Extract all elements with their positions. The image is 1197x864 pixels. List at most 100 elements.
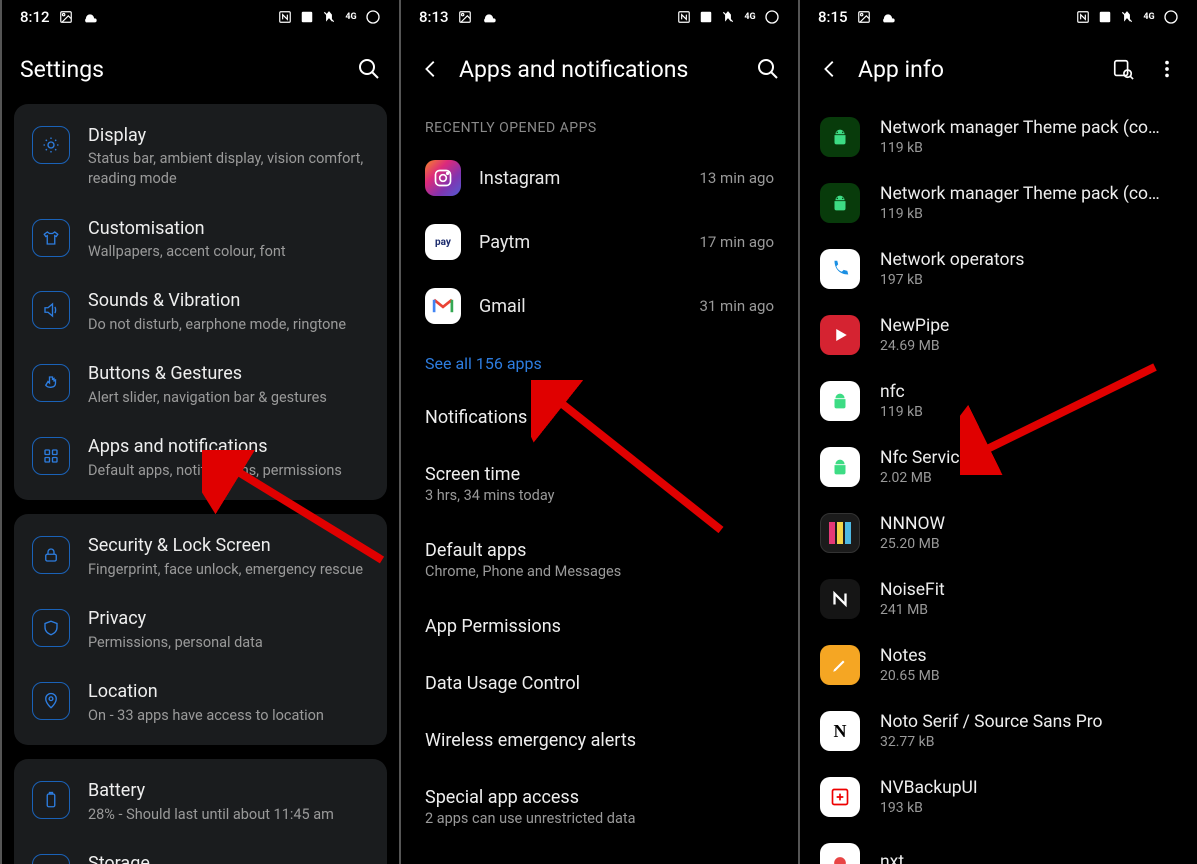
item-sub: 28% - Should last until about 11:45 am (88, 805, 369, 825)
play-icon (820, 315, 860, 355)
back-button[interactable] (818, 57, 842, 81)
app-info-row[interactable]: Network manager Theme pack (com.on · ·11… (800, 170, 1197, 236)
phone-app-info: 8:15 4G App info Network man (798, 0, 1197, 864)
nfc-icon (277, 9, 293, 25)
app-size: 193 kB (880, 800, 978, 816)
app-name: Noto Serif / Source Sans Pro (880, 712, 1102, 734)
clock: 8:15 (818, 8, 848, 26)
search-button[interactable] (756, 57, 780, 81)
app-name: NVBackupUI (880, 778, 978, 800)
special-access-setting[interactable]: Special app access 2 apps can use unrest… (421, 769, 778, 845)
app-list[interactable]: Network manager Theme pack (com.on · ·11… (800, 104, 1197, 864)
app-info-row[interactable]: Nfc Service2.02 MB (800, 434, 1197, 500)
app-time: 17 min ago (699, 233, 774, 251)
pin-icon (32, 682, 70, 720)
phone-settings: 8:12 4G Settings (0, 0, 399, 864)
item-title: Storage (88, 852, 369, 864)
item-sub: Permissions, personal data (88, 633, 369, 653)
data-usage-setting[interactable]: Data Usage Control (421, 655, 778, 712)
apps-notifications-item[interactable]: Apps and notifications Default apps, not… (14, 421, 387, 494)
status-bar: 8:13 4G (401, 0, 798, 34)
app-size: 2.02 MB (880, 470, 969, 486)
display-item[interactable]: Display Status bar, ambient display, vis… (14, 110, 387, 203)
location-item[interactable]: Location On - 33 apps have access to loc… (14, 666, 387, 739)
apps-notifications-content[interactable]: RECENTLY OPENED APPS Instagram 13 min ag… (401, 104, 798, 864)
signal-icon: 4G (343, 9, 359, 25)
gesture-icon (32, 364, 70, 402)
recent-app[interactable]: pay Paytm 17 min ago (421, 210, 778, 274)
nnnow-icon (820, 513, 860, 553)
status-bar: 8:15 4G (800, 0, 1197, 34)
item-sub: Wallpapers, accent colour, font (88, 242, 369, 262)
settings-list[interactable]: Display Status bar, ambient display, vis… (2, 104, 399, 864)
app-info-row[interactable]: NoiseFit241 MB (800, 566, 1197, 632)
recent-app[interactable]: Instagram 13 min ago (421, 146, 778, 210)
see-all-apps-link[interactable]: See all 156 apps (421, 338, 778, 389)
emergency-alerts-setting[interactable]: Wireless emergency alerts (421, 712, 778, 769)
app-info-row[interactable]: Notes20.65 MB (800, 632, 1197, 698)
search-apps-button[interactable] (1111, 57, 1135, 81)
header: Apps and notifications (401, 34, 798, 104)
app-name: Network manager Theme pack (com.on · · (880, 118, 1160, 140)
app-name: Network operators (880, 250, 1024, 272)
app-time: 31 min ago (699, 297, 774, 315)
mute-icon (321, 9, 337, 25)
app-permissions-setting[interactable]: App Permissions (421, 598, 778, 655)
item-sub: Do not disturb, earphone mode, ringtone (88, 315, 369, 335)
app-name: NoiseFit (880, 580, 945, 602)
image-icon (457, 9, 473, 25)
item-title: Display (88, 124, 369, 147)
signal-icon: 4G (742, 9, 758, 25)
item-sub: Alert slider, navigation bar & gestures (88, 388, 369, 408)
setting-sub: Chrome, Phone and Messages (425, 563, 774, 580)
screen-time-setting[interactable]: Screen time 3 hrs, 34 mins today (421, 446, 778, 522)
status-bar: 8:12 4G (2, 0, 399, 34)
security-item[interactable]: Security & Lock Screen Fingerprint, face… (14, 520, 387, 593)
setting-title: Default apps (425, 540, 774, 561)
app-name: Notes (880, 646, 940, 668)
app-info-row[interactable]: nfc119 kB (800, 368, 1197, 434)
default-apps-setting[interactable]: Default apps Chrome, Phone and Messages (421, 522, 778, 598)
setting-title: Wireless emergency alerts (425, 730, 774, 751)
apps-icon (32, 437, 70, 475)
settings-group: Display Status bar, ambient display, vis… (14, 104, 387, 500)
privacy-item[interactable]: Privacy Permissions, personal data (14, 593, 387, 666)
app-info-row[interactable]: Network operators197 kB (800, 236, 1197, 302)
app-info-row[interactable]: N Noto Serif / Source Sans Pro32.77 kB (800, 698, 1197, 764)
setting-sub: 3 hrs, 34 mins today (425, 487, 774, 504)
android-icon (820, 117, 860, 157)
back-button[interactable] (419, 57, 443, 81)
app-info-row[interactable]: nxt (800, 830, 1197, 864)
recent-app[interactable]: Gmail 31 min ago (421, 274, 778, 338)
settings-group: Battery 28% - Should last until about 11… (14, 759, 387, 864)
item-sub: Fingerprint, face unlock, emergency resc… (88, 560, 369, 580)
item-sub: Status bar, ambient display, vision comf… (88, 149, 369, 188)
setting-title: Data Usage Control (425, 673, 774, 694)
setting-sub: 2 apps can use unrestricted data (425, 810, 774, 827)
app-info-row[interactable]: NNNOW25.20 MB (800, 500, 1197, 566)
search-button[interactable] (357, 57, 381, 81)
storage-item[interactable]: Storage (14, 838, 387, 864)
sounds-item[interactable]: Sounds & Vibration Do not disturb, earph… (14, 275, 387, 348)
setting-title: App Permissions (425, 616, 774, 637)
app-size: 20.65 MB (880, 668, 940, 684)
clock: 8:12 (20, 8, 50, 26)
app-size: 119 kB (880, 140, 1160, 156)
setting-title: Screen time (425, 464, 774, 485)
image-icon (58, 9, 74, 25)
app-name: NNNOW (880, 514, 945, 536)
shield-icon (32, 609, 70, 647)
volte-icon (299, 9, 315, 25)
app-info-row[interactable]: NewPipe24.69 MB (800, 302, 1197, 368)
gmail-icon (425, 288, 461, 324)
app-info-row[interactable]: NVBackupUI193 kB (800, 764, 1197, 830)
customisation-item[interactable]: Customisation Wallpapers, accent colour,… (14, 203, 387, 276)
app-name: NewPipe (880, 316, 949, 338)
buttons-item[interactable]: Buttons & Gestures Alert slider, navigat… (14, 348, 387, 421)
app-info-row[interactable]: Network manager Theme pack (com.on · ·11… (800, 104, 1197, 170)
battery-item[interactable]: Battery 28% - Should last until about 11… (14, 765, 387, 838)
notifications-setting[interactable]: Notifications (421, 389, 778, 446)
page-title: Apps and notifications (459, 56, 740, 83)
item-title: Security & Lock Screen (88, 534, 369, 557)
overflow-menu-button[interactable] (1155, 57, 1179, 81)
